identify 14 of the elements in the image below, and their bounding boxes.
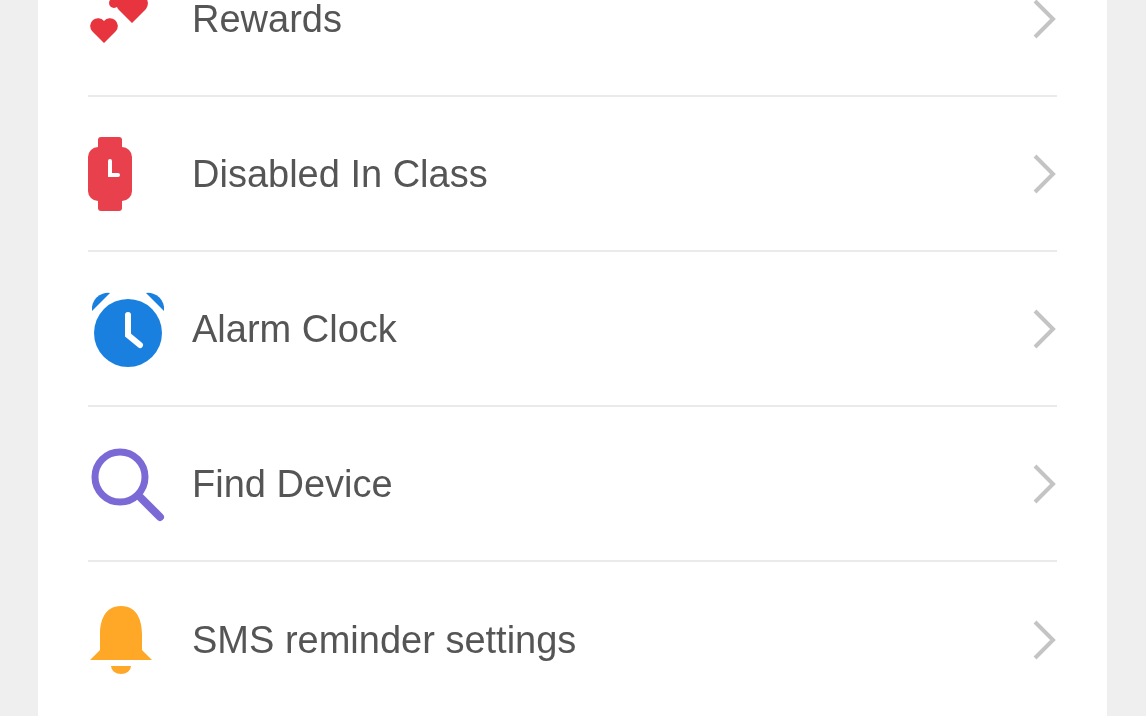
menu-item[interactable]: Find Device bbox=[88, 407, 1057, 562]
menu-label: Disabled In Class bbox=[192, 153, 489, 194]
hearts-icon bbox=[88, 0, 148, 45]
watch-icon bbox=[88, 136, 132, 211]
bell-icon bbox=[88, 603, 154, 676]
menu-item[interactable]: SMS reminder settings bbox=[88, 562, 1057, 716]
menu-label: Rewards bbox=[192, 0, 343, 39]
chevron-icon bbox=[1031, 0, 1057, 41]
menu-label: Alarm Clock bbox=[192, 308, 398, 349]
menu-item[interactable]: Alarm Clock bbox=[88, 252, 1057, 407]
menu-label: SMS reminder settings bbox=[192, 619, 578, 660]
menu-label: Find Device bbox=[192, 463, 394, 504]
menu-item[interactable]: Disabled In Class bbox=[88, 97, 1057, 252]
menu-item[interactable]: Rewards bbox=[88, 0, 1057, 97]
